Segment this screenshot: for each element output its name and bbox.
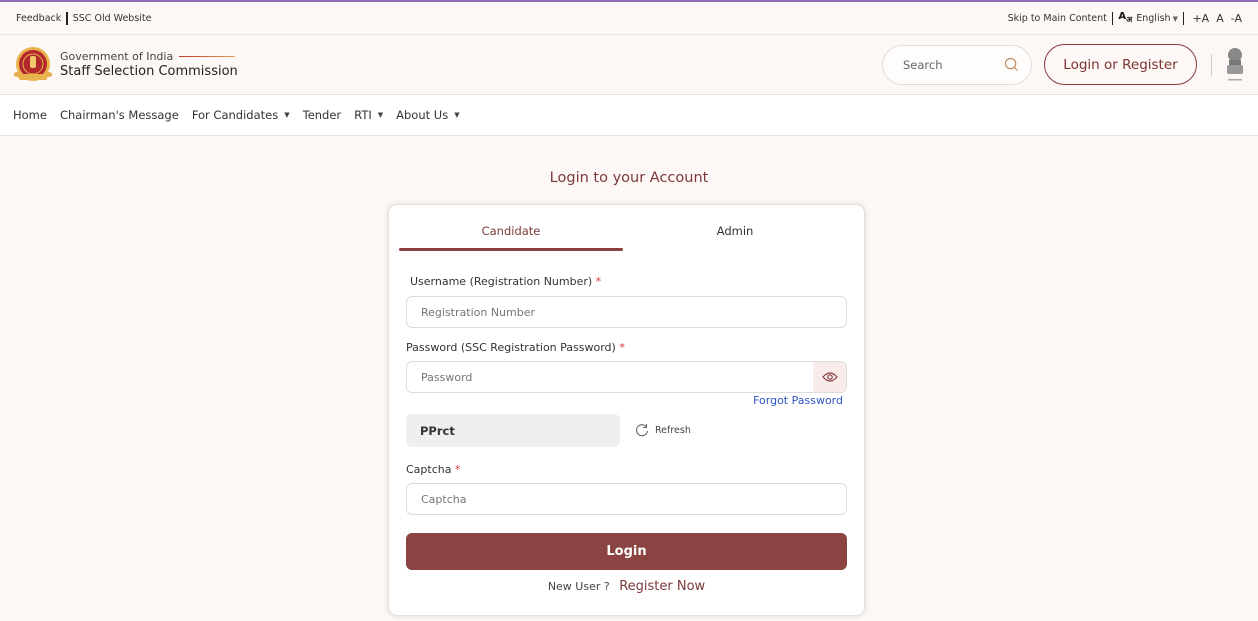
refresh-captcha-button[interactable]: Refresh [635,423,691,437]
org-name: Staff Selection Commission [60,64,238,79]
show-password-button[interactable] [813,362,846,392]
top-utility-bar: Feedback SSC Old Website Skip to Main Co… [0,0,1258,35]
font-normal-button[interactable]: A [1216,12,1224,25]
forgot-password-link[interactable]: Forgot Password [753,394,843,407]
main-nav: Home Chairman's Message For Candidates ▼ … [0,95,1258,136]
nav-item-rti[interactable]: RTI ▼ [354,108,383,122]
nav-label: Tender [302,108,342,122]
site-header: Government of India Staff Selection Comm… [0,35,1258,95]
login-card: Candidate Admin Username (Registration N… [388,204,865,616]
refresh-label: Refresh [655,424,691,436]
register-now-link[interactable]: Register Now [619,579,705,594]
national-emblem-icon [1227,47,1243,80]
skip-to-main-link[interactable]: Skip to Main Content [1008,13,1107,24]
password-field [406,361,847,393]
required-mark: * [619,341,625,354]
search-placeholder: Search [903,57,943,72]
nav-label: Home [13,108,47,122]
caret-down-icon: ▼ [454,111,460,119]
divider [1182,11,1185,25]
login-register-button[interactable]: Login or Register [1044,44,1197,85]
nav-label: Chairman's Message [59,108,179,122]
nav-item-home[interactable]: Home [13,108,47,122]
divider [1211,53,1212,76]
decorative-line [179,55,236,58]
eye-icon [821,372,838,382]
username-label-text: Username (Registration Number) [410,275,593,288]
language-icon: Aअ [1118,11,1132,25]
nav-item-for-candidates[interactable]: For Candidates ▼ [192,108,290,122]
brand-logo-link[interactable]: Government of India Staff Selection Comm… [12,45,238,85]
tab-candidate[interactable]: Candidate [399,205,623,251]
gov-label: Government of India [60,50,174,63]
password-label-text: Password (SSC Registration Password) [406,341,616,354]
new-user-text: New User ? [547,580,610,593]
login-tabs: Candidate Admin [399,205,847,251]
nav-item-about-us[interactable]: About Us ▼ [396,108,459,122]
required-mark: * [595,275,602,288]
login-button[interactable]: Login [406,533,847,570]
feedback-link[interactable]: Feedback [16,13,61,24]
language-value: English [1136,12,1171,24]
password-label: Password (SSC Registration Password) * [406,341,625,354]
old-website-link[interactable]: SSC Old Website [73,13,152,24]
username-input[interactable] [406,296,847,328]
divider [66,11,68,25]
captcha-label: Captcha * [406,463,460,476]
nav-label: RTI [354,108,372,122]
search-icon[interactable] [1004,57,1019,72]
nav-item-tender[interactable]: Tender [303,108,342,122]
tab-admin[interactable]: Admin [623,205,847,251]
caret-down-icon: ▼ [1172,14,1178,23]
font-decrease-button[interactable]: -A [1231,12,1242,25]
language-icon-sub: अ [1126,15,1133,24]
language-icon-letter: A [1118,11,1127,22]
ssc-emblem-icon [14,46,52,81]
captcha-image: PPrct [406,414,620,447]
search-input[interactable]: Search [882,44,1032,85]
username-label: Username (Registration Number) * [410,275,601,288]
nav-label: For Candidates [191,108,279,122]
refresh-icon [636,424,649,437]
page-title: Login to your Account [549,170,709,186]
captcha-input[interactable] [406,483,847,515]
language-select[interactable]: English ▼ [1136,13,1178,24]
caret-down-icon: ▼ [284,111,290,119]
required-mark: * [454,463,461,476]
captcha-label-text: Captcha [406,463,452,476]
nav-label: About Us [396,108,449,122]
nav-item-chairmans-message[interactable]: Chairman's Message [60,108,179,122]
new-user-row: New User ? Register Now [389,579,864,594]
password-input[interactable] [407,363,807,391]
caret-down-icon: ▼ [377,111,384,119]
divider [1111,11,1114,25]
font-increase-button[interactable]: +A [1192,12,1209,25]
